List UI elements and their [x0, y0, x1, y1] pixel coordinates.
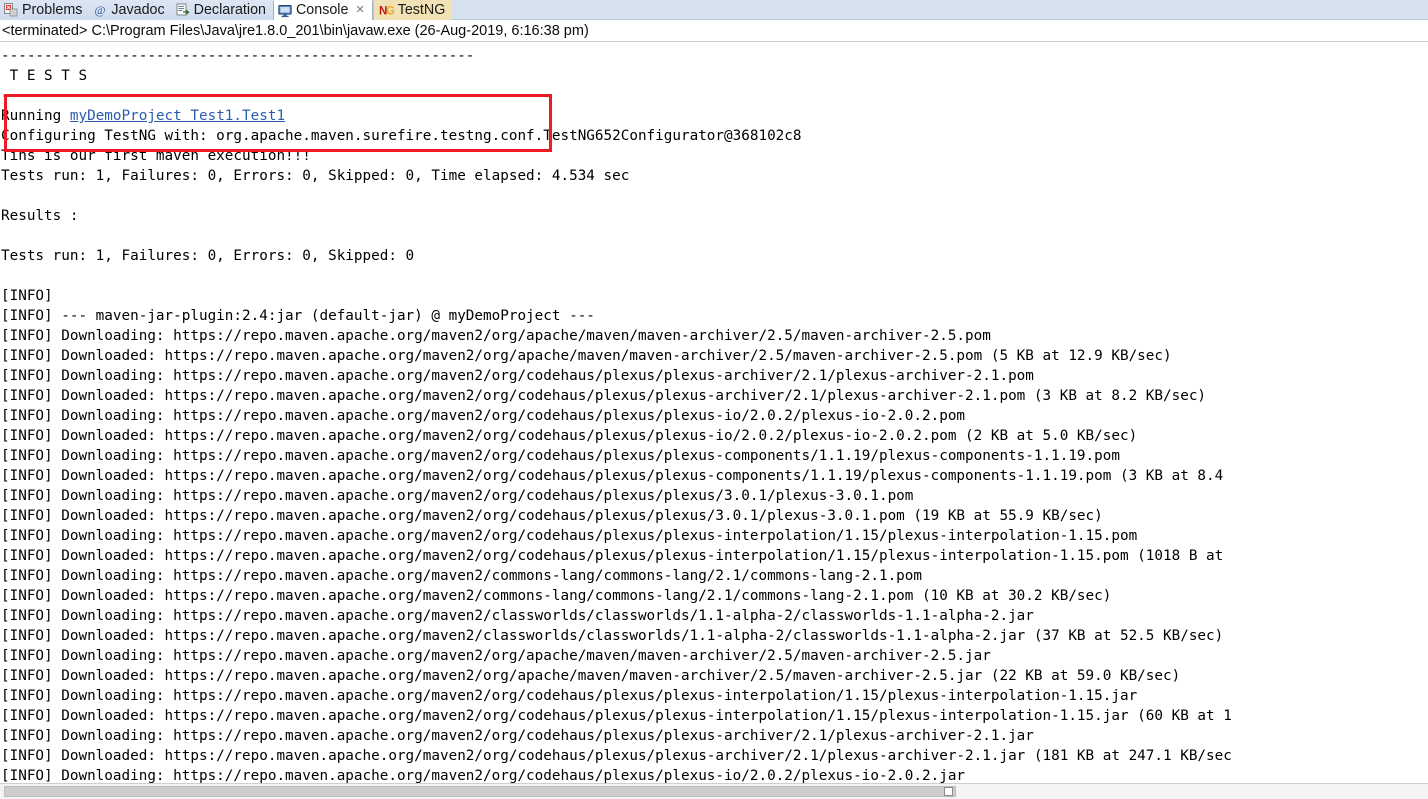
console-line: [INFO] Downloading: https://repo.maven.a… [1, 768, 966, 783]
console-line: [INFO] Downloading: https://repo.maven.a… [1, 528, 1138, 544]
console-line: [INFO] Downloading: https://repo.maven.a… [1, 648, 991, 664]
horizontal-scrollbar[interactable] [0, 783, 1428, 799]
console-line: [INFO] --- maven-jar-plugin:2.4:jar (def… [1, 308, 595, 324]
console-line: [INFO] Downloaded: https://repo.maven.ap… [1, 628, 1224, 644]
console-line: [INFO] Downloading: https://repo.maven.a… [1, 408, 966, 424]
scrollbar-thumb[interactable] [4, 786, 956, 797]
console-line: Running myDemoProject Test1.Test1 [1, 108, 286, 124]
testng-icon: N G [377, 3, 395, 18]
console-line: [INFO] Downloaded: https://repo.maven.ap… [1, 388, 1207, 404]
console-line: ----------------------------------------… [1, 48, 475, 64]
console-output-area[interactable]: ----------------------------------------… [0, 42, 1428, 783]
tab-testng[interactable]: N G TestNG [372, 0, 453, 20]
console-hyperlink-test-class[interactable]: myDemoProject Test1.Test1 [70, 108, 285, 124]
tab-javadoc[interactable]: @ Javadoc [89, 0, 172, 20]
console-line: [INFO] Downloaded: https://repo.maven.ap… [1, 668, 1181, 684]
tab-problems[interactable]: Problems [0, 0, 90, 20]
console-line: [INFO] [1, 288, 53, 304]
console-line: T E S T S [1, 68, 88, 84]
console-line: [INFO] Downloaded: https://repo.maven.ap… [1, 508, 1103, 524]
tab-javadoc-label: Javadoc [111, 1, 165, 18]
console-line: [INFO] Downloaded: https://repo.maven.ap… [1, 548, 1224, 564]
console-line: [INFO] Downloaded: https://repo.maven.ap… [1, 708, 1232, 724]
close-icon[interactable]: ✕ [355, 5, 364, 16]
eclipse-console-view: Problems @ Javadoc Declaration Console ✕… [0, 0, 1428, 799]
console-line: [INFO] Downloading: https://repo.maven.a… [1, 448, 1120, 464]
console-line: [INFO] Downloaded: https://repo.maven.ap… [1, 428, 1138, 444]
svg-text:G: G [386, 6, 394, 18]
tab-declaration-label: Declaration [193, 1, 266, 18]
console-line: [INFO] Downloading: https://repo.maven.a… [1, 368, 1034, 384]
tab-console-label: Console [295, 2, 349, 18]
console-line: [INFO] Downloading: https://repo.maven.a… [1, 728, 1034, 744]
console-line: [INFO] Downloaded: https://repo.maven.ap… [1, 748, 1232, 764]
console-line: [INFO] Downloaded: https://repo.maven.ap… [1, 468, 1224, 484]
tab-testng-label: TestNG [397, 1, 446, 18]
javadoc-icon: @ [93, 3, 107, 17]
console-text: ----------------------------------------… [1, 46, 1428, 783]
console-line: [INFO] Downloading: https://repo.maven.a… [1, 568, 922, 584]
console-line: Results : [1, 208, 79, 224]
console-icon [278, 4, 292, 18]
scrollbar-grip[interactable] [944, 787, 953, 796]
console-line: [INFO] Downloading: https://repo.maven.a… [1, 688, 1138, 704]
console-line: Tests run: 1, Failures: 0, Errors: 0, Sk… [1, 168, 630, 184]
console-line: [INFO] Downloading: https://repo.maven.a… [1, 608, 1034, 624]
tab-problems-label: Problems [22, 1, 83, 18]
console-line: Tihs is our first maven execution!!! [1, 148, 311, 164]
svg-text:@: @ [95, 3, 106, 17]
launch-configuration-line: <terminated> C:\Program Files\Java\jre1.… [0, 20, 1428, 42]
console-line: Tests run: 1, Failures: 0, Errors: 0, Sk… [1, 248, 415, 264]
console-line: [INFO] Downloading: https://repo.maven.a… [1, 328, 991, 344]
tab-declaration[interactable]: Declaration [171, 0, 273, 20]
view-tab-bar: Problems @ Javadoc Declaration Console ✕… [0, 0, 1428, 20]
tab-console[interactable]: Console ✕ [272, 0, 373, 20]
console-line: ----------------------------------------… [1, 88, 475, 104]
console-line: [INFO] Downloaded: https://repo.maven.ap… [1, 588, 1112, 604]
console-line: Configuring TestNG with: org.apache.mave… [1, 128, 802, 144]
console-line: [INFO] Downloading: https://repo.maven.a… [1, 488, 914, 504]
problems-icon [4, 3, 18, 17]
console-line: [INFO] Downloaded: https://repo.maven.ap… [1, 348, 1172, 364]
declaration-icon [176, 3, 190, 17]
